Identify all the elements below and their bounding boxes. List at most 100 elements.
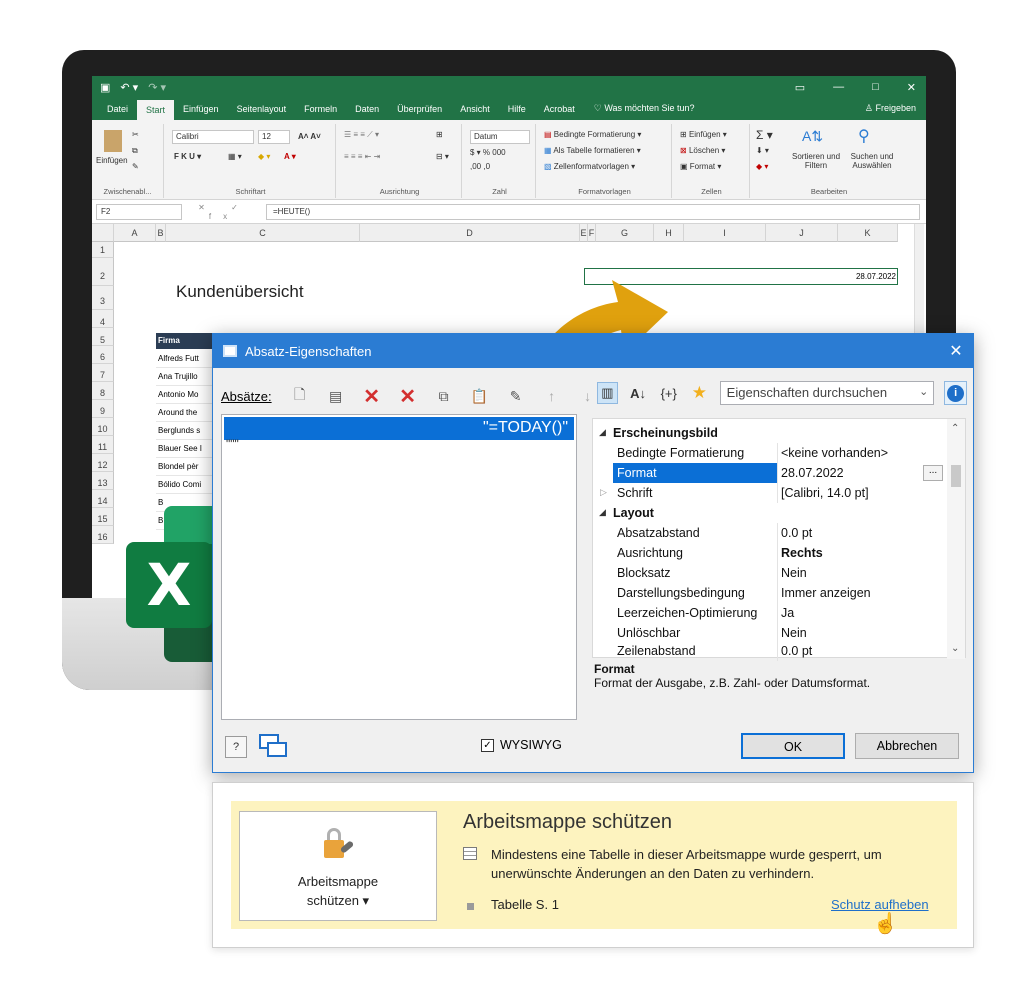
row-header-7[interactable]: 7: [92, 364, 114, 382]
property-row[interactable]: Ausrichtung Rechts: [593, 543, 947, 563]
selected-paragraph[interactable]: "=TODAY()": [224, 417, 574, 440]
row-header-10[interactable]: 10: [92, 418, 114, 436]
property-row[interactable]: Bedingte Formatierung <keine vorhanden>: [593, 443, 947, 463]
format-as-table-button[interactable]: ▦ Als Tabelle formatieren ▾: [544, 146, 641, 155]
col-header-g[interactable]: G: [596, 224, 654, 242]
protect-workbook-button[interactable]: Arbeitsmappe schützen ▾: [239, 811, 437, 921]
property-value[interactable]: 0.0 pt: [781, 526, 812, 540]
formula-input[interactable]: =HEUTE(): [266, 203, 920, 220]
row-header-1[interactable]: 1: [92, 242, 114, 258]
ribbon-display-icon[interactable]: ▭: [795, 81, 805, 94]
property-value[interactable]: Rechts: [781, 546, 823, 560]
col-header-b[interactable]: B: [156, 224, 166, 242]
ok-button[interactable]: OK: [741, 733, 845, 759]
firma-cell[interactable]: Antonio Mo: [156, 386, 212, 404]
collapsed-triangle-icon[interactable]: ▷: [600, 487, 607, 498]
firma-cell[interactable]: Blondel pèr: [156, 458, 212, 476]
chevron-down-icon[interactable]: ⌄: [919, 385, 928, 398]
col-header-d[interactable]: D: [360, 224, 580, 242]
firma-cell[interactable]: Bólido Comi: [156, 476, 212, 494]
col-header-j[interactable]: J: [766, 224, 838, 242]
category-row[interactable]: ◢ Layout: [593, 503, 947, 523]
paste-icon[interactable]: [104, 130, 122, 152]
delete-cells-button[interactable]: ⊠ Löschen ▾: [680, 146, 725, 155]
paragraph-list[interactable]: "=TODAY()" """: [221, 414, 577, 720]
property-value[interactable]: 28.07.2022: [781, 466, 844, 480]
property-value[interactable]: Ja: [781, 606, 794, 620]
checkbox-checked-icon[interactable]: ✓: [481, 738, 494, 752]
tab-datei[interactable]: Datei: [98, 104, 137, 120]
share-button[interactable]: ♙ Freigeben: [855, 103, 926, 120]
font-size-select[interactable]: 12: [258, 130, 290, 144]
row-header-16[interactable]: 16: [92, 526, 114, 544]
wrap-text-icon[interactable]: ⊞: [436, 130, 443, 139]
row-header-8[interactable]: 8: [92, 382, 114, 400]
firma-cell[interactable]: Blauer See I: [156, 440, 212, 458]
property-value[interactable]: Nein: [781, 626, 807, 640]
copy-icon[interactable]: ⧉: [132, 146, 138, 156]
row-header-3[interactable]: 3: [92, 286, 114, 310]
insert-cells-button[interactable]: ⊞ Einfügen ▾: [680, 130, 727, 139]
number-format-select[interactable]: Datum: [470, 130, 530, 144]
scroll-thumb[interactable]: [951, 465, 961, 487]
tab-ansicht[interactable]: Ansicht: [451, 104, 499, 120]
tab-ueberpruefen[interactable]: Überprüfen: [388, 104, 451, 120]
row-header-6[interactable]: 6: [92, 346, 114, 364]
row-header-13[interactable]: 13: [92, 472, 114, 490]
grow-font-icon[interactable]: A˄ A˅: [298, 132, 321, 141]
info-button[interactable]: i: [944, 381, 968, 405]
row-header-2[interactable]: 2: [92, 258, 114, 286]
wysiwyg-checkbox[interactable]: ✓ WYSIWYG: [481, 738, 562, 752]
property-row[interactable]: Darstellungsbedingung Immer anzeigen: [593, 583, 947, 603]
close-icon[interactable]: ✕: [907, 81, 916, 94]
tab-einfuegen[interactable]: Einfügen: [174, 104, 228, 120]
bold-italic-underline-icons[interactable]: F K U ▾: [174, 152, 201, 161]
property-value[interactable]: Nein: [781, 566, 807, 580]
select-all-corner[interactable]: [92, 224, 114, 242]
delete-icon[interactable]: ✕: [363, 386, 380, 408]
autosum-icon[interactable]: Σ ▾: [756, 128, 773, 142]
favorites-star-icon[interactable]: ★: [689, 382, 710, 404]
sheet-title-cell[interactable]: Kundenübersicht: [176, 282, 304, 302]
fill-icon[interactable]: ⬇ ▾: [756, 146, 769, 155]
firma-cell[interactable]: Berglunds s: [156, 422, 212, 440]
tab-seitenlayout[interactable]: Seitenlayout: [228, 104, 296, 120]
currency-percent-icons[interactable]: $ ▾ % 000: [470, 148, 506, 157]
conditional-formatting-button[interactable]: ▤ Bedingte Formatierung ▾: [544, 130, 641, 139]
tell-me-search[interactable]: ♡ Was möchten Sie tun?: [584, 103, 705, 120]
row-header-12[interactable]: 12: [92, 454, 114, 472]
property-search-input[interactable]: Eigenschaften durchsuchen ⌄: [719, 381, 935, 405]
row-header-4[interactable]: 4: [92, 310, 114, 328]
align-top-icons[interactable]: ☰ ≡ ≡ ⟋ ▾: [344, 130, 379, 140]
scroll-up-icon[interactable]: ⌃: [951, 423, 959, 434]
ellipsis-button[interactable]: ...: [923, 465, 943, 481]
row-header-14[interactable]: 14: [92, 490, 114, 508]
paste-button[interactable]: Einfügen: [96, 156, 128, 165]
tab-daten[interactable]: Daten: [346, 104, 388, 120]
redo-icon[interactable]: ↷ ▾: [148, 81, 166, 94]
firma-header-cell[interactable]: Firma: [156, 333, 212, 349]
property-row[interactable]: Absatzabstand 0.0 pt: [593, 523, 947, 543]
expanded-triangle-icon[interactable]: ◢: [599, 507, 606, 518]
formula-icon[interactable]: {+}: [658, 382, 679, 404]
format-painter-icon[interactable]: ✎: [132, 162, 139, 171]
row-header-5[interactable]: 5: [92, 328, 114, 346]
row-header-11[interactable]: 11: [92, 436, 114, 454]
scroll-down-icon[interactable]: ⌄: [951, 643, 959, 654]
format-brush-icon[interactable]: ✎: [508, 388, 524, 404]
paste-icon[interactable]: 📋: [471, 388, 488, 404]
property-row[interactable]: Blocksatz Nein: [593, 563, 947, 583]
maximize-icon[interactable]: □: [872, 81, 879, 94]
col-header-c[interactable]: C: [166, 224, 360, 242]
align-left-icons[interactable]: ≡ ≡ ≡ ⇤ ⇥: [344, 152, 380, 161]
unprotect-link[interactable]: Schutz aufheben: [831, 897, 929, 912]
property-value[interactable]: <keine vorhanden>: [781, 446, 888, 460]
save-icon[interactable]: ▣: [100, 81, 110, 94]
new-paragraph-icon[interactable]: 🗋: [292, 386, 308, 404]
insert-field-icon[interactable]: ▤: [328, 388, 344, 404]
firma-cell[interactable]: Alfreds Futt: [156, 350, 212, 368]
dialog-close-icon[interactable]: ✕: [939, 341, 973, 361]
find-icon[interactable]: ⚲: [858, 126, 870, 146]
property-row[interactable]: ▷ Schrift [Calibri, 14.0 pt]: [593, 483, 947, 503]
sort-filter-button[interactable]: Sortieren und Filtern: [790, 152, 842, 170]
